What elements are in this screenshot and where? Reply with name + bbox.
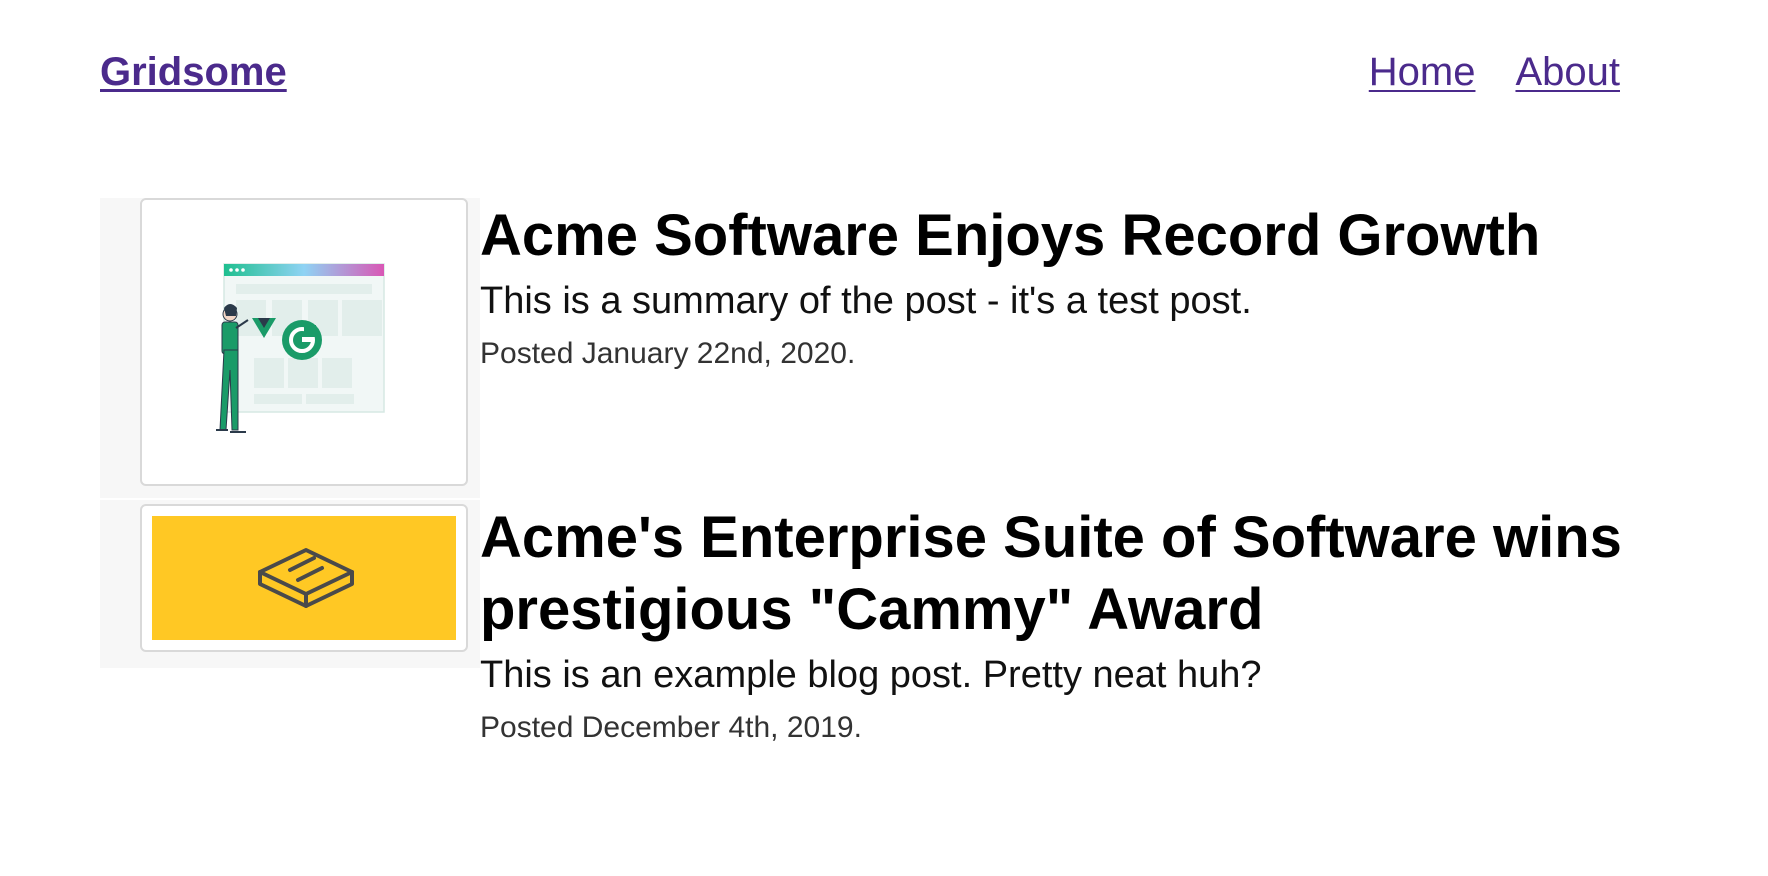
post-thumbnail-container xyxy=(100,500,480,668)
nav-home-link[interactable]: Home xyxy=(1369,52,1476,92)
nav-about-link[interactable]: About xyxy=(1515,52,1620,92)
post-title[interactable]: Acme's Enterprise Suite of Software wins… xyxy=(480,502,1700,646)
post-thumbnail[interactable] xyxy=(140,504,468,652)
post-date: Posted January 22nd, 2020. xyxy=(480,337,856,370)
post-title[interactable]: Acme Software Enjoys Record Growth xyxy=(480,200,1700,272)
post-thumbnail[interactable] xyxy=(140,198,468,486)
yellow-thumbnail-background xyxy=(152,516,456,640)
post-thumbnail-container xyxy=(100,198,480,498)
post-summary: This is a summary of the post - it's a t… xyxy=(480,280,1252,322)
site-logo-link[interactable]: Gridsome xyxy=(100,52,287,92)
post-content: Acme Software Enjoys Record Growth This … xyxy=(480,198,1700,374)
box-logo-icon xyxy=(258,548,354,608)
gridsome-illustration-icon xyxy=(216,263,385,433)
post-date: Posted December 4th, 2019. xyxy=(480,711,862,744)
post-content: Acme's Enterprise Suite of Software wins… xyxy=(480,500,1700,748)
post-summary: This is an example blog post. Pretty nea… xyxy=(480,654,1262,696)
main-nav: Home About xyxy=(1369,52,1620,92)
